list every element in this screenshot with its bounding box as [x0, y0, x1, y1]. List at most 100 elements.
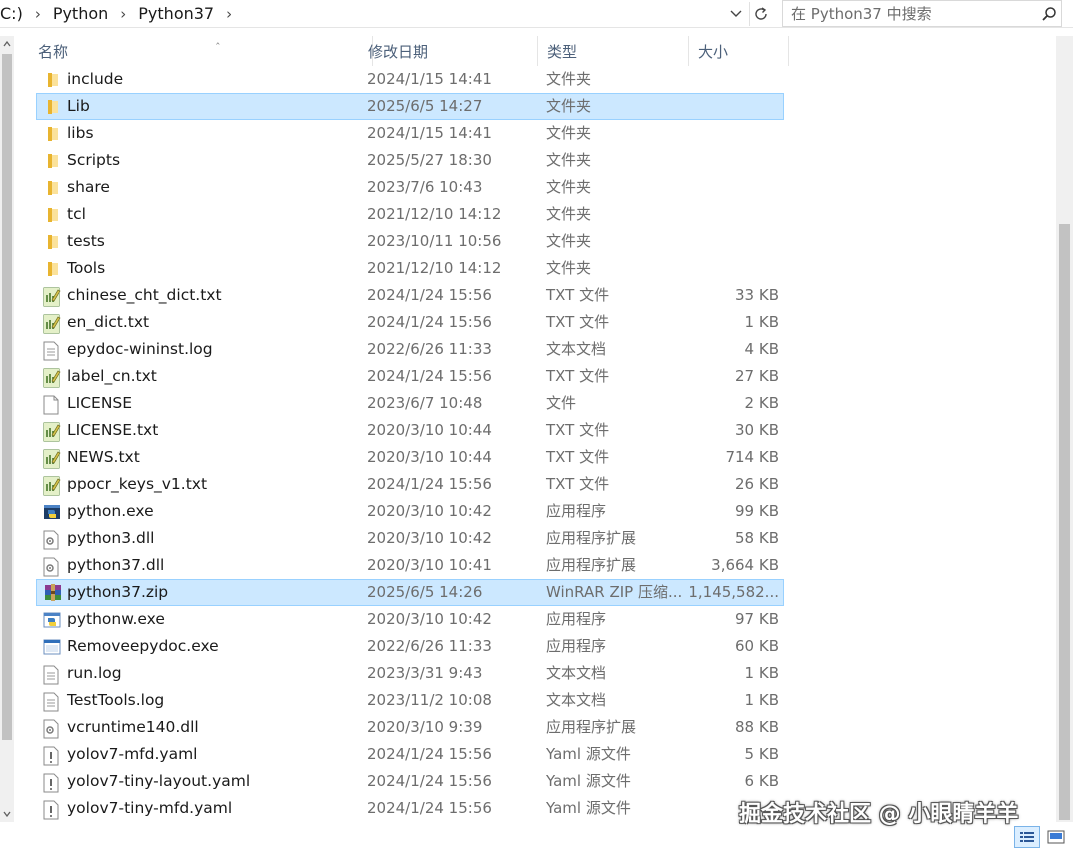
file-row[interactable]: run.log 2023/3/31 9:43 文本文档 1 KB — [36, 660, 784, 687]
file-row[interactable]: Tools 2021/12/10 14:12 文件夹 — [36, 255, 784, 282]
file-size: 4 KB — [744, 340, 779, 358]
file-row[interactable]: python37.dll 2020/3/10 10:41 应用程序扩展 3,664 K… — [36, 552, 784, 579]
file-row[interactable]: en_dict.txt 2024/1/24 15:56 TXT 文件 1 KB — [36, 309, 784, 336]
search-input[interactable]: 在 Python37 中搜索 — [783, 3, 1037, 24]
file-modified-date: 2020/3/10 10:42 — [367, 502, 492, 520]
file-type: 文件夹 — [546, 97, 592, 115]
file-modified-date: 2025/6/5 14:27 — [367, 97, 483, 115]
nav-pane-scrollbar[interactable] — [0, 36, 14, 822]
file-row[interactable]: tests 2023/10/11 10:56 文件夹 — [36, 228, 784, 255]
file-type: 文件夹 — [546, 178, 592, 196]
txt-file-icon — [43, 368, 61, 388]
file-row[interactable]: pythonw.exe 2020/3/10 10:42 应用程序 97 KB — [36, 606, 784, 633]
file-modified-date: 2024/1/15 14:41 — [367, 70, 492, 88]
text-document-icon — [43, 341, 61, 361]
file-row[interactable]: epydoc-wininst.log 2022/6/26 11:33 文本文档 4 K… — [36, 336, 784, 363]
chevron-right-icon[interactable]: › — [116, 5, 130, 23]
file-name: Tools — [67, 259, 106, 277]
file-row[interactable]: vcruntime140.dll 2020/3/10 9:39 应用程序扩展 88 K… — [36, 714, 784, 741]
file-type: TXT 文件 — [546, 421, 610, 439]
folder-icon — [43, 233, 61, 251]
chevron-down-icon — [730, 10, 742, 17]
file-size: 60 KB — [735, 637, 779, 655]
large-icons-view-button[interactable] — [1044, 826, 1068, 848]
file-modified-date: 2024/1/24 15:56 — [367, 367, 492, 385]
file-modified-date: 2023/6/7 10:48 — [367, 394, 483, 412]
details-view-button[interactable] — [1014, 826, 1040, 848]
chevron-right-icon[interactable]: › — [222, 5, 236, 23]
file-row[interactable]: Lib 2025/6/5 14:27 文件夹 — [36, 93, 784, 120]
file-type: 应用程序 — [546, 637, 607, 655]
refresh-icon — [755, 7, 767, 20]
file-modified-date: 2024/1/24 15:56 — [367, 772, 492, 790]
breadcrumb-item-python[interactable]: Python — [45, 4, 116, 23]
scroll-up-arrow-icon[interactable] — [0, 36, 14, 52]
file-row[interactable]: yolov7-tiny-mfd.yaml 2024/1/24 15:56 Yaml … — [36, 795, 784, 822]
dll-file-icon — [43, 719, 61, 739]
address-divider — [0, 27, 1073, 28]
file-modified-date: 2022/6/26 11:33 — [367, 340, 492, 358]
file-list-scrollbar[interactable] — [1056, 36, 1073, 822]
file-row[interactable]: LICENSE 2023/6/7 10:48 文件 2 KB — [36, 390, 784, 417]
folder-icon — [43, 152, 61, 170]
file-modified-date: 2024/1/24 15:56 — [367, 799, 492, 817]
column-header-date[interactable]: 修改日期 — [358, 36, 538, 66]
folder-icon — [43, 125, 61, 143]
file-row[interactable]: include 2024/1/15 14:41 文件夹 — [36, 66, 784, 93]
column-header-size[interactable]: 大小 — [688, 36, 789, 66]
file-size: 6 KB — [744, 772, 779, 790]
chevron-right-icon[interactable]: › — [31, 5, 45, 23]
column-header-name[interactable]: 名称 ‸ — [28, 32, 373, 66]
file-row[interactable]: ppocr_keys_v1.txt 2024/1/24 15:56 TXT 文件 26… — [36, 471, 784, 498]
file-name: TestTools.log — [67, 691, 165, 709]
nav-scrollbar-thumb[interactable] — [2, 54, 12, 740]
file-list-scrollbar-thumb[interactable] — [1059, 224, 1070, 820]
file-name: libs — [67, 124, 94, 142]
column-header-type[interactable]: 类型 — [537, 36, 689, 66]
file-row[interactable]: Removeepydoc.exe 2022/6/26 11:33 应用程序 60 KB — [36, 633, 784, 660]
file-name: python37.zip — [67, 583, 169, 601]
file-row[interactable]: share 2023/7/6 10:43 文件夹 — [36, 174, 784, 201]
file-type: 应用程序 — [546, 610, 607, 628]
file-type: 文件夹 — [546, 151, 592, 169]
scroll-down-arrow-icon[interactable] — [0, 806, 14, 822]
file-row[interactable]: NEWS.txt 2020/3/10 10:44 TXT 文件 714 KB — [36, 444, 784, 471]
file-modified-date: 2025/6/5 14:26 — [367, 583, 483, 601]
refresh-button[interactable] — [749, 2, 772, 26]
file-name: tests — [67, 232, 105, 250]
file-name: python.exe — [67, 502, 154, 520]
file-row[interactable]: libs 2024/1/15 14:41 文件夹 — [36, 120, 784, 147]
file-row[interactable]: Scripts 2025/5/27 18:30 文件夹 — [36, 147, 784, 174]
file-type: 文件夹 — [546, 70, 592, 88]
file-row[interactable]: chinese_cht_dict.txt 2024/1/24 15:56 TXT 文… — [36, 282, 784, 309]
file-modified-date: 2023/10/11 10:56 — [367, 232, 502, 250]
file-row[interactable]: python3.dll 2020/3/10 10:42 应用程序扩展 58 KB — [36, 525, 784, 552]
file-size: 1 KB — [744, 313, 779, 331]
file-row[interactable]: label_cn.txt 2024/1/24 15:56 TXT 文件 27 KB — [36, 363, 784, 390]
file-type: WinRAR ZIP 压缩... — [546, 583, 683, 601]
app-exe-icon — [43, 638, 61, 656]
file-name: run.log — [67, 664, 122, 682]
search-icon[interactable] — [1037, 6, 1061, 22]
breadcrumb[interactable]: C:) › Python › Python37 › — [0, 0, 725, 27]
column-header-date-label: 修改日期 — [368, 42, 429, 61]
file-row[interactable]: python37.zip 2025/6/5 14:26 WinRAR ZIP 压缩.… — [36, 579, 784, 606]
file-row[interactable]: TestTools.log 2023/11/2 10:08 文本文档 1 KB — [36, 687, 784, 714]
text-document-icon — [43, 665, 61, 685]
file-row[interactable]: yolov7-tiny-layout.yaml 2024/1/24 15:56 Ya… — [36, 768, 784, 795]
search-box[interactable]: 在 Python37 中搜索 — [782, 0, 1062, 27]
file-row[interactable]: tcl 2021/12/10 14:12 文件夹 — [36, 201, 784, 228]
file-row[interactable]: python.exe 2020/3/10 10:42 应用程序 99 KB — [36, 498, 784, 525]
file-type: 文本文档 — [546, 664, 607, 682]
file-size: 1 KB — [744, 664, 779, 682]
breadcrumb-item-drive[interactable]: C:) — [0, 4, 31, 23]
address-history-dropdown[interactable] — [726, 2, 746, 26]
file-row[interactable]: yolov7-mfd.yaml 2024/1/24 15:56 Yaml 源文件 5 … — [36, 741, 784, 768]
txt-file-icon — [43, 287, 61, 307]
details-view-icon — [1020, 832, 1034, 842]
file-row[interactable]: LICENSE.txt 2020/3/10 10:44 TXT 文件 30 KB — [36, 417, 784, 444]
file-size: 5 KB — [744, 745, 779, 763]
breadcrumb-item-python37[interactable]: Python37 — [130, 4, 222, 23]
file-modified-date: 2024/1/24 15:56 — [367, 745, 492, 763]
column-header-name-label: 名称 — [38, 42, 69, 61]
